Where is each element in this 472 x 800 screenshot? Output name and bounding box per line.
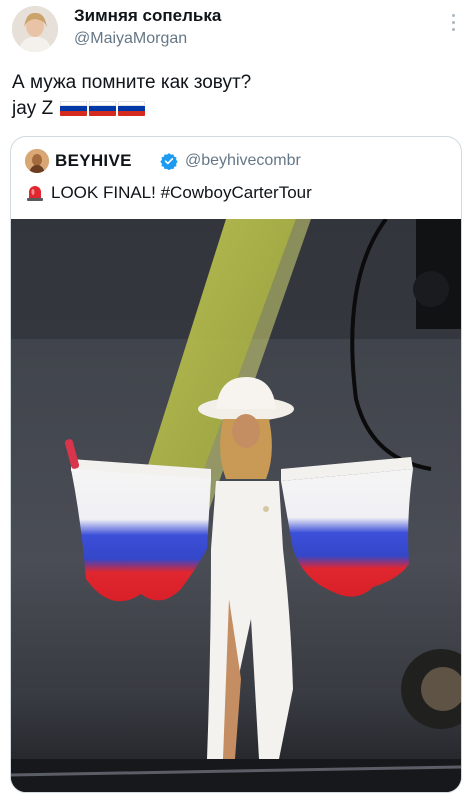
author-handle[interactable]: @MaiyaMorgan: [74, 30, 187, 48]
russian-flag-icon: [60, 101, 88, 116]
quoted-tweet-text-content: LOOK FINAL! #CowboyCarterTour: [51, 183, 312, 202]
quoted-tweet[interactable]: BEYHIVE @beyhivecombr LOOK FINAL! #Cowbo…: [10, 136, 462, 793]
author-avatar[interactable]: [12, 6, 58, 52]
concert-photo[interactable]: [11, 219, 461, 792]
tweet-text: А мужа помните как зовут? jay Z: [12, 70, 251, 122]
siren-icon: [27, 186, 43, 201]
tweet-text-line1: А мужа помните как зовут?: [12, 72, 252, 93]
quoted-author-avatar[interactable]: [25, 149, 49, 173]
quoted-author-name[interactable]: BEYHIVE: [55, 151, 132, 171]
tweet-text-line2: jay Z: [12, 96, 251, 122]
quoted-author-handle[interactable]: @beyhivecombr: [185, 152, 301, 170]
more-vertical-icon[interactable]: [452, 14, 456, 32]
quoted-tweet-text: LOOK FINAL! #CowboyCarterTour: [25, 183, 312, 203]
russian-flag-icon: [89, 101, 117, 116]
tweet-text-line2-text: jay Z: [12, 98, 54, 119]
author-name[interactable]: Зимняя сопелька: [74, 6, 221, 26]
russian-flag-icon: [118, 101, 146, 116]
verified-badge-icon: [160, 153, 178, 170]
